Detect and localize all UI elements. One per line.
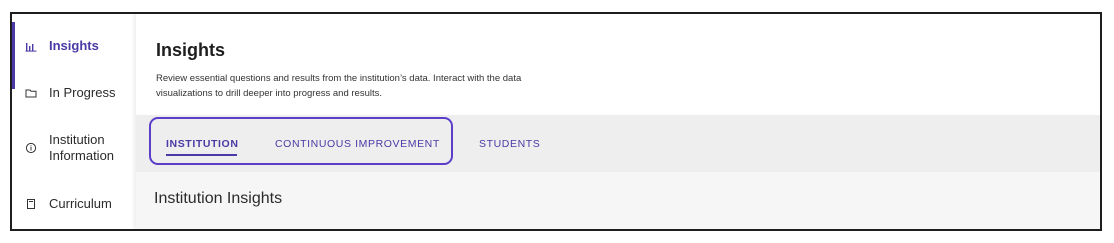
sidebar-item-curriculum[interactable]: Curriculum — [12, 196, 136, 212]
sidebar-item-institution-information[interactable]: Institution Information — [12, 132, 136, 164]
tab-institution[interactable]: INSTITUTION — [166, 115, 239, 172]
sidebar-item-label: In Progress — [49, 85, 116, 100]
sidebar-item-label: Institution Information — [49, 132, 115, 163]
app-window: Insights In Progress Institution Informa… — [10, 12, 1102, 231]
tab-bar: INSTITUTION CONTINUOUS IMPROVEMENT STUDE… — [136, 115, 1100, 172]
active-tab-indicator — [166, 154, 237, 156]
section-title: Institution Insights — [154, 190, 283, 207]
main-panel: Insights Review essential questions and … — [136, 14, 1100, 229]
sidebar-item-in-progress[interactable]: In Progress — [12, 85, 136, 101]
sidebar-item-label: Insights — [49, 38, 99, 53]
info-circle-icon — [25, 142, 37, 154]
content-area: Institution Insights — [136, 172, 1100, 229]
bar-chart-icon — [25, 40, 37, 52]
tab-students[interactable]: STUDENTS — [479, 115, 540, 172]
book-icon — [25, 198, 37, 210]
sidebar: Insights In Progress Institution Informa… — [12, 14, 136, 229]
sidebar-item-insights[interactable]: Insights — [12, 22, 136, 89]
tab-continuous-improvement[interactable]: CONTINUOUS IMPROVEMENT — [275, 115, 440, 172]
page-title: Insights — [156, 40, 226, 60]
folder-icon — [25, 87, 37, 99]
page-description: Review essential questions and results f… — [156, 73, 522, 99]
sidebar-item-label: Curriculum — [49, 196, 112, 211]
